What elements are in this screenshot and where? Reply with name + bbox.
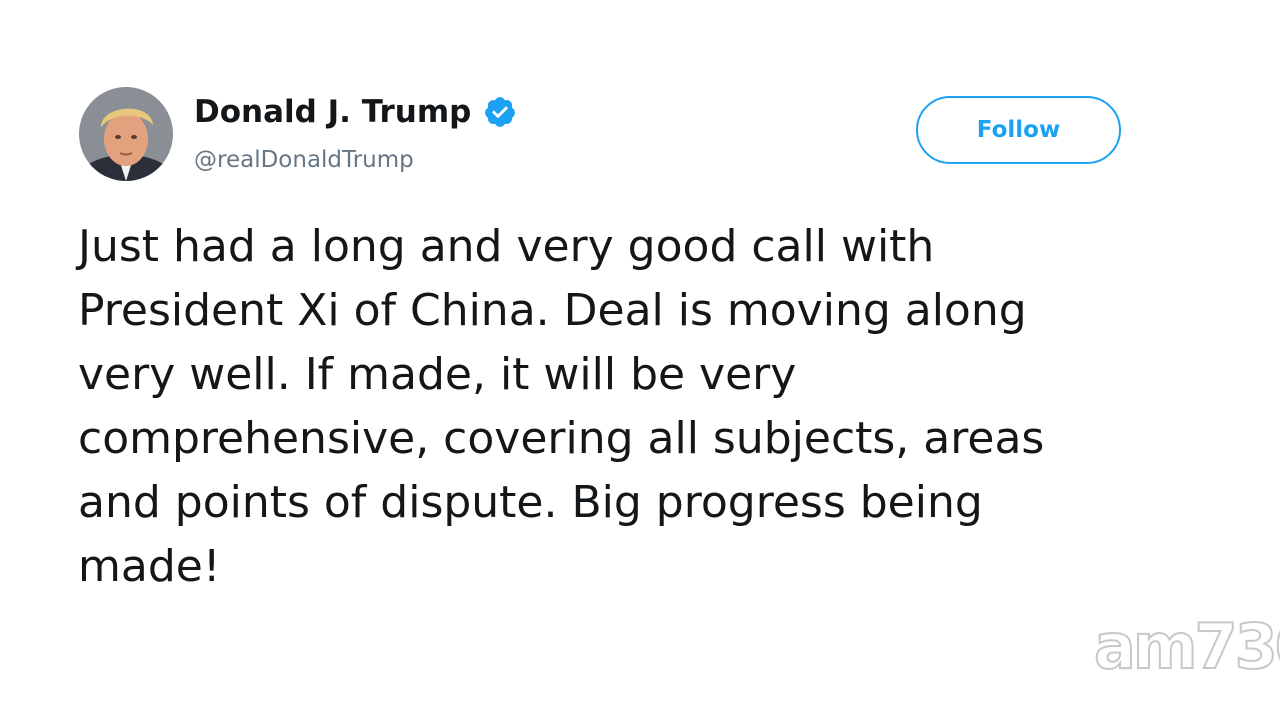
tweet-text-line: comprehensive, covering all subjects, ar… bbox=[78, 413, 1045, 464]
tweet-text-line: Just had a long and very good call with bbox=[78, 221, 935, 272]
watermark-logo: am730 bbox=[1093, 610, 1280, 683]
tweet-text-line: made! bbox=[78, 541, 221, 592]
avatar[interactable] bbox=[79, 87, 173, 181]
author-display-name[interactable]: Donald J. Trump bbox=[194, 92, 471, 132]
tweet-text-line: very well. If made, it will be very bbox=[78, 349, 797, 400]
follow-button[interactable]: Follow bbox=[916, 96, 1121, 164]
verified-badge-icon bbox=[483, 95, 517, 129]
tweet-text-line: and points of dispute. Big progress bein… bbox=[78, 477, 983, 528]
tweet-text: Just had a long and very good call with … bbox=[78, 215, 1158, 599]
tweet-text-line: President Xi of China. Deal is moving al… bbox=[78, 285, 1027, 336]
tweet-card: Donald J. Trump @realDonaldTrump Follow … bbox=[0, 0, 1280, 708]
avatar-photo bbox=[79, 87, 173, 181]
author-handle[interactable]: @realDonaldTrump bbox=[194, 145, 414, 175]
